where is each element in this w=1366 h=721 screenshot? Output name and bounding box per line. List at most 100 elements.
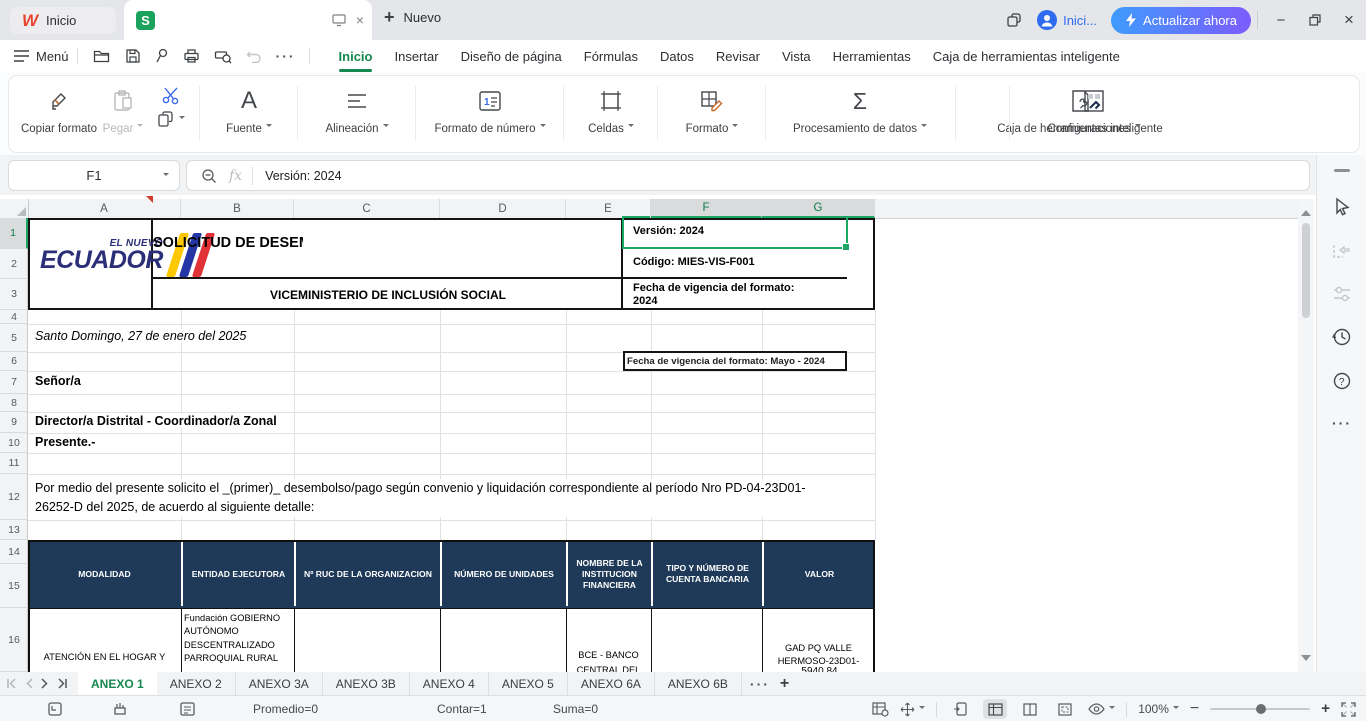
- column-header-E[interactable]: E: [566, 199, 651, 218]
- row-header-1[interactable]: 1: [0, 218, 28, 249]
- column-header-C[interactable]: C: [294, 199, 440, 218]
- sheet-tab-anexo-6b[interactable]: ANEXO 6B: [655, 672, 742, 695]
- sheet-tab-anexo-3a[interactable]: ANEXO 3A: [236, 672, 323, 695]
- new-tab-button[interactable]: + Nuevo: [384, 8, 441, 26]
- addressee-text[interactable]: Director/a Distrital - Coordinador/a Zon…: [35, 414, 280, 428]
- stamp-icon[interactable]: [112, 702, 128, 716]
- column-header-A[interactable]: A: [28, 199, 181, 218]
- column-header-D[interactable]: D: [440, 199, 566, 218]
- format-group-button[interactable]: Formato: [667, 85, 757, 136]
- sheet-tab-anexo-4[interactable]: ANEXO 4: [410, 672, 489, 695]
- data-processing-group-button[interactable]: Σ Procesamiento de datos: [775, 85, 945, 136]
- table-header-cell[interactable]: NÚMERO DE UNIDADES: [440, 542, 566, 606]
- home-tab[interactable]: W Inicio: [10, 7, 116, 34]
- row-header-12[interactable]: 12: [0, 474, 28, 520]
- sheet-tab-anexo-1[interactable]: ANEXO 1: [78, 672, 157, 695]
- table-header-cell[interactable]: VALOR: [762, 542, 875, 606]
- cell-modalidad[interactable]: ATENCIÓN EN EL HOGAR Y: [28, 651, 181, 664]
- settings-group-button[interactable]: Configuraciones: [1029, 85, 1159, 136]
- next-sheet-icon[interactable]: [40, 678, 49, 689]
- menu-tab-revisar[interactable]: Revisar: [705, 42, 771, 71]
- history-icon[interactable]: [1332, 327, 1352, 347]
- row-header-10[interactable]: 10: [0, 433, 28, 453]
- main-menu-button[interactable]: Menú: [14, 49, 69, 64]
- save-icon[interactable]: [125, 48, 141, 64]
- menu-tab-insertar[interactable]: Insertar: [383, 42, 449, 71]
- page-layout-view-icon[interactable]: [983, 699, 1007, 719]
- sheet-tab-anexo-5[interactable]: ANEXO 5: [489, 672, 568, 695]
- display-icon[interactable]: [331, 12, 347, 28]
- menu-tab-fórmulas[interactable]: Fórmulas: [573, 42, 649, 71]
- city-date-text[interactable]: Santo Domingo, 27 de enero del 2025: [35, 329, 249, 343]
- row-header-13[interactable]: 13: [0, 520, 28, 540]
- vertical-scrollbar[interactable]: [1298, 199, 1314, 672]
- row-header-15[interactable]: 15: [0, 564, 28, 608]
- table-header-cell[interactable]: MODALIDAD: [28, 542, 181, 606]
- table-header-cell[interactable]: TIPO Y NÚMERO DE CUENTA BANCARIA: [651, 542, 762, 606]
- font-group-button[interactable]: A Fuente: [209, 85, 289, 136]
- zoom-slider-thumb[interactable]: [1256, 704, 1266, 714]
- zoom-formula-icon[interactable]: [201, 168, 217, 184]
- zoom-out-icon[interactable]: −: [1190, 700, 1199, 718]
- row-header-6[interactable]: 6: [0, 352, 28, 371]
- fx-icon[interactable]: fx: [229, 168, 242, 184]
- row-header-9[interactable]: 9: [0, 412, 28, 433]
- update-now-button[interactable]: Actualizar ahora: [1111, 7, 1251, 34]
- cells-group-button[interactable]: Celdas: [573, 85, 649, 136]
- row-header-2[interactable]: 2: [0, 249, 28, 279]
- formula-input[interactable]: fx Versión: 2024: [186, 160, 1310, 191]
- menu-tab-diseño-de-página[interactable]: Diseño de página: [450, 42, 573, 71]
- window-switch-icon[interactable]: [1005, 11, 1023, 29]
- page-break-view-icon[interactable]: [1053, 699, 1077, 719]
- column-header-F[interactable]: F: [651, 199, 762, 218]
- print-icon[interactable]: [183, 48, 200, 64]
- scroll-down-icon[interactable]: [1301, 655, 1311, 666]
- salutation-text[interactable]: Señor/a: [35, 374, 84, 388]
- split-view-icon[interactable]: [1018, 699, 1042, 719]
- move-anchor-icon[interactable]: [900, 702, 925, 717]
- row-header-5[interactable]: 5: [0, 324, 28, 352]
- more-sheets-icon[interactable]: ···: [750, 676, 770, 692]
- minimize-button[interactable]: −: [1264, 0, 1298, 40]
- close-document-icon[interactable]: ×: [356, 12, 364, 28]
- close-window-button[interactable]: ×: [1332, 0, 1366, 40]
- sheet-grid[interactable]: EL NUEVO ECUADOR SOLICITUD DE DESEMBOLSO…: [0, 195, 1316, 672]
- table-header-cell[interactable]: NOMBRE DE LA INSTITUCION FINANCIERA: [566, 542, 651, 606]
- request-paragraph[interactable]: Por medio del presente solicito el _(pri…: [35, 479, 843, 517]
- table-header-cell[interactable]: Nº RUC DE LA ORGANIZACION: [294, 542, 440, 606]
- vertical-scroll-thumb[interactable]: [1302, 223, 1310, 318]
- pin-icon[interactable]: [155, 48, 169, 64]
- open-file-icon[interactable]: [93, 48, 111, 64]
- cell-valor[interactable]: 5940.84: [766, 665, 873, 672]
- row-header-8[interactable]: 8: [0, 394, 28, 412]
- table-tools-icon[interactable]: [872, 702, 889, 717]
- document-tab[interactable]: S Anexos_1_al_9_LIQUIDACIONE ×: [124, 0, 372, 40]
- menu-tab-inicio[interactable]: Inicio: [328, 42, 384, 71]
- copy-format-button[interactable]: Copiar formato: [25, 85, 93, 136]
- help-icon[interactable]: ?: [1332, 371, 1352, 391]
- zoom-level-control[interactable]: 100%: [1138, 702, 1179, 716]
- select-all-corner[interactable]: [0, 199, 29, 219]
- alignment-group-button[interactable]: Alineación: [307, 85, 407, 136]
- menu-tab-caja-de-herramientas-inteligente[interactable]: Caja de herramientas inteligente: [922, 42, 1131, 71]
- cursor-select-icon[interactable]: [1332, 197, 1352, 217]
- first-sheet-icon[interactable]: [6, 678, 19, 689]
- column-header-G[interactable]: G: [762, 199, 875, 218]
- column-header-B[interactable]: B: [181, 199, 294, 218]
- zoom-slider[interactable]: [1210, 708, 1310, 710]
- number-format-group-button[interactable]: 1 Formato de número: [425, 85, 555, 136]
- normal-view-icon[interactable]: [948, 699, 972, 719]
- add-sheet-icon[interactable]: +: [780, 675, 789, 693]
- sheet-tab-anexo-6a[interactable]: ANEXO 6A: [568, 672, 655, 695]
- menu-tab-herramientas[interactable]: Herramientas: [822, 42, 922, 71]
- cell-mode-icon[interactable]: [48, 702, 62, 716]
- reading-mode-icon[interactable]: [1088, 703, 1115, 715]
- user-account[interactable]: Inici...: [1037, 10, 1097, 30]
- row-header-14[interactable]: 14: [0, 540, 28, 564]
- row-header-4[interactable]: 4: [0, 310, 28, 324]
- print-preview-icon[interactable]: [214, 48, 232, 64]
- present-text[interactable]: Presente.-: [35, 435, 98, 449]
- name-box[interactable]: F1: [8, 160, 180, 191]
- validity-may-cell[interactable]: Fecha de vigencia del formato: Mayo - 20…: [623, 351, 847, 371]
- restore-button[interactable]: [1298, 0, 1332, 40]
